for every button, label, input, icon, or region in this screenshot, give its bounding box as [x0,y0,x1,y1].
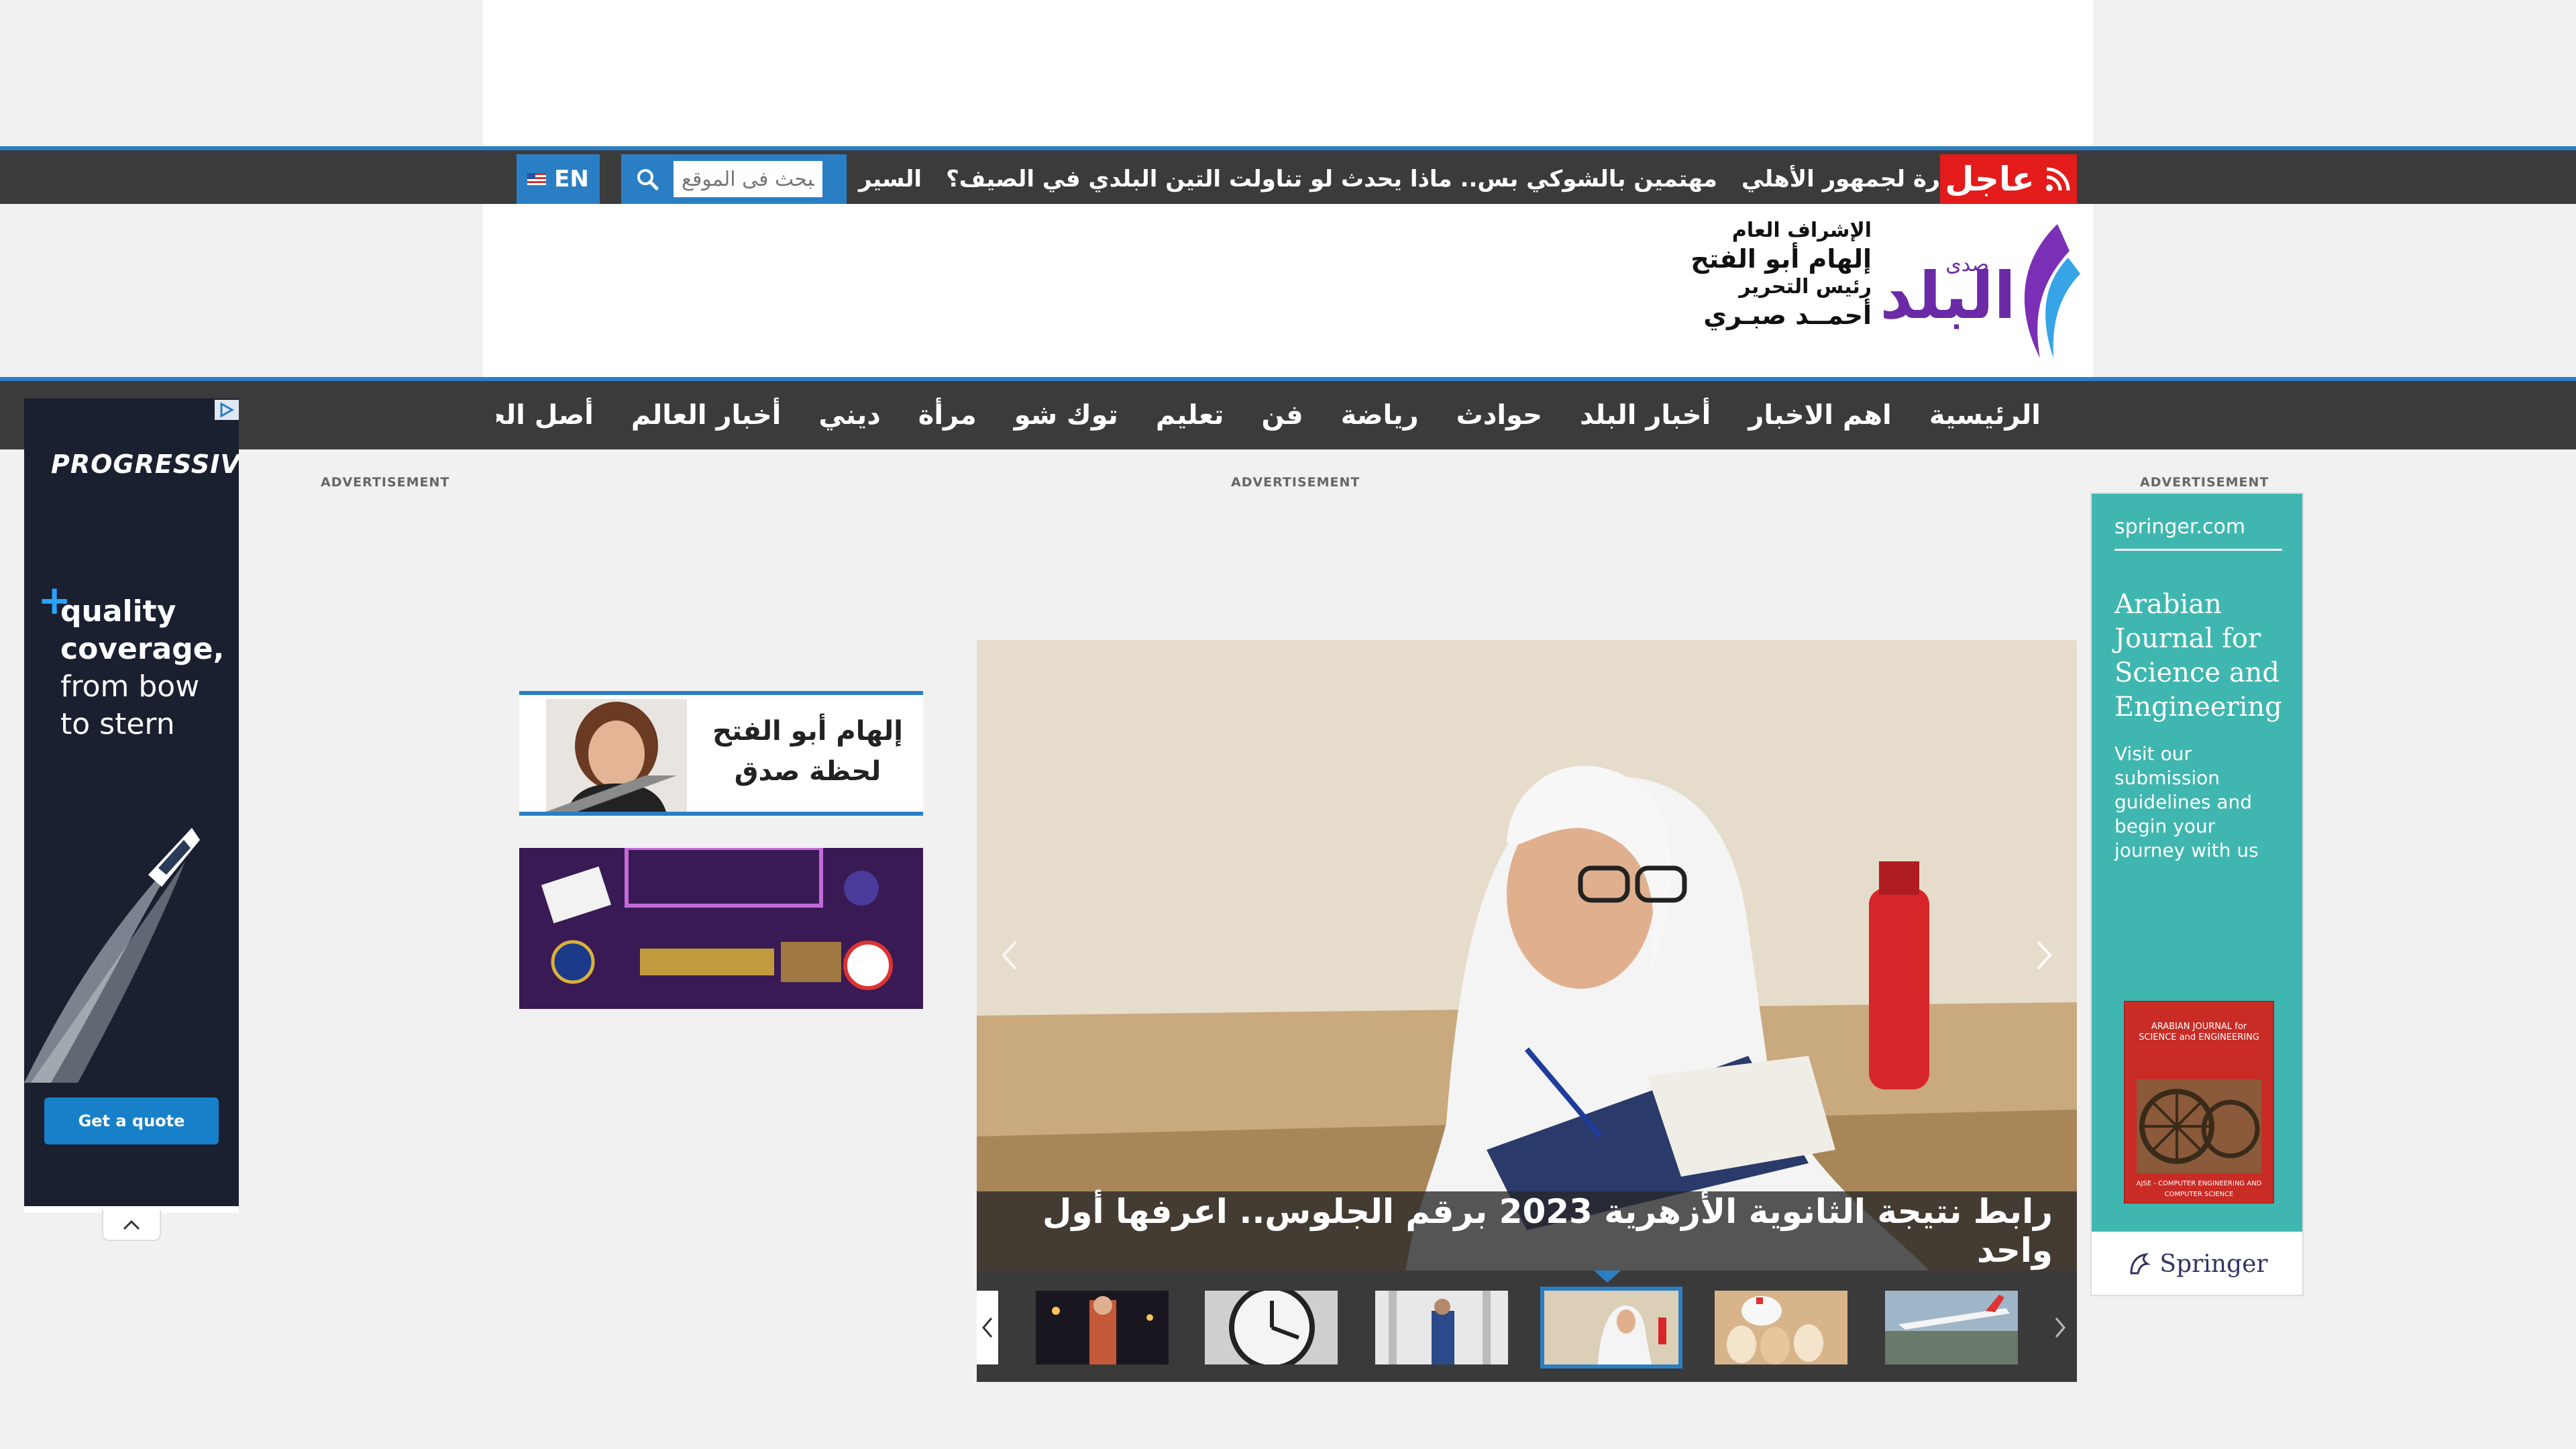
chevron-left-icon [982,1318,993,1338]
nav-item-home[interactable]: الرئيسية [1911,400,2059,431]
top-bar: EN شاهد بالأرقام.. حسام حسن يوجه رسالة م… [0,146,2576,204]
language-switch[interactable]: EN [517,154,600,204]
nav-item-origin-story[interactable]: أصل الحكاية [496,400,612,431]
publisher-name: Springer [2159,1250,2268,1278]
journal-cover: ARABIAN JOURNAL for SCIENCE and ENGINEER… [2124,1001,2274,1203]
boat-illustration [24,828,200,1083]
supervision-label: الإشراف العام [1731,219,1872,242]
slider-thumb[interactable] [1375,1291,1508,1364]
ad-copy-line: from bow [60,669,200,704]
language-label: EN [554,166,589,193]
nav-item-education[interactable]: تعليم [1137,400,1243,431]
slide-image[interactable] [977,640,2077,1271]
ad-brand: PROGRESSIVE [51,449,239,479]
ticker-item[interactable]: مهتمين بالشوكي بس.. ماذا يحدث لو تناولت … [934,166,1729,193]
ad-title: Arabian Journal for Science and Engineer… [2114,589,2282,722]
thumb-image [1715,1291,1847,1364]
slider-next-arrow[interactable] [2030,935,2057,975]
search-button[interactable] [627,161,668,197]
editor-label: رئيس التحرير [1739,275,1872,299]
ad-label-right: ADVERTISEMENT [2140,475,2269,490]
slider-thumb[interactable] [1205,1291,1338,1364]
slide-caption[interactable]: رابط نتيجة الثانوية الأزهرية 2023 برقم ا… [977,1191,2077,1271]
chevron-right-icon [2055,1318,2065,1338]
search-input[interactable] [674,161,822,197]
search-box [621,154,847,204]
editor-name: أحمــد صبـري [1703,301,1872,330]
logo-small-text: صدى [1945,253,1989,276]
ad-label-center: ADVERTISEMENT [1231,475,1360,490]
column-banner[interactable]: إلهام أبو الفتح لحظة صدق [519,691,923,816]
nav-item-top-news[interactable]: اهم الاخبار [1729,400,1910,431]
slider-thumb[interactable] [1036,1291,1169,1364]
breaking-label: عاجل [1945,160,2035,199]
ministry-banner[interactable] [519,848,923,1009]
nav-item-art[interactable]: فن [1242,400,1322,431]
ad-divider [2114,549,2282,551]
ad-copy: quality coverage, from bow to stern [60,593,224,743]
search-icon [637,169,659,191]
slider-thumb[interactable] [1885,1291,2018,1364]
slide-photo [977,640,2077,1271]
column-author: إلهام أبو الفتح [712,716,903,747]
adchoices-icon[interactable] [215,400,239,420]
ticker-item[interactable]: شاهد بالأرقام.. حسام حسن يوجه رسالة مؤثر… [1729,166,1939,193]
site-header: البلد صدى الإشراف العام إلهام أبو الفتح … [483,204,2093,377]
nav-item-talk-show[interactable]: توك شو [996,400,1137,431]
nav-item-country-news[interactable]: أخبار البلد [1561,400,1729,431]
column-title: لحظة صدق [734,756,881,787]
breaking-news-badge: عاجل [1940,154,2077,204]
ad-description: Visit our submission guidelines and begi… [2114,743,2259,861]
springer-horse-icon [2130,1252,2151,1275]
ministry-banner-art [519,848,923,1009]
ad-copy-line: to stern [60,707,175,741]
banner-stripe [519,775,720,812]
slider-thumbnails [977,1271,2077,1382]
ad-copy-line: coverage, [60,632,225,666]
thumb-image [1036,1291,1169,1364]
editorial-credits: الإشراف العام إلهام أبو الفتح رئيس التحر… [1630,217,1872,330]
site-logo[interactable]: البلد صدى [1882,217,2083,366]
us-flag-icon [527,173,547,185]
right-skyscraper-ad[interactable]: springer.com Arabian Journal for Science… [2090,492,2304,1296]
ticker-item[interactable]: السير [847,166,934,193]
thumbs-next-button[interactable] [2049,1291,2072,1364]
nav-item-woman[interactable]: مرأة [900,400,996,431]
collapse-ad-button[interactable] [102,1210,161,1241]
supervisor-name: إلهام أبو الفتح [1690,244,1872,274]
thumbs-prev-button[interactable] [977,1291,998,1364]
slider-thumb[interactable] [1715,1291,1847,1364]
ad-publisher: Springer [2092,1232,2302,1295]
waterwheel-image [2137,1079,2261,1173]
slider-thumb-active[interactable] [1540,1287,1682,1368]
left-skyscraper-ad[interactable]: PROGRESSIVE + quality coverage, from bow… [24,398,239,1206]
top-ad-slot [483,0,2093,146]
journal-cover-subtitle: AJSE - COMPUTER ENGINEERING AND COMPUTER… [2136,1180,2262,1198]
nav-item-accidents[interactable]: حوادث [1438,400,1561,431]
main-nav: الرئيسية اهم الاخبار أخبار البلد حوادث ر… [0,377,2576,449]
featured-slider: رابط نتيجة الثانوية الأزهرية 2023 برقم ا… [977,640,2077,1382]
thumb-image [1375,1291,1508,1364]
nav-item-world-news[interactable]: أخبار العالم [612,400,800,431]
rss-icon [2045,167,2070,191]
thumb-image [1205,1291,1338,1364]
ad-copy-line: quality [60,594,176,629]
nav-item-sports[interactable]: رياضة [1322,400,1438,431]
ad-label-left: ADVERTISEMENT [321,475,450,490]
slider-prev-arrow[interactable] [997,935,1024,975]
journal-cover-title: ARABIAN JOURNAL for SCIENCE and ENGINEER… [2139,1022,2259,1042]
thumb-image [1544,1291,1678,1364]
main-nav-items: الرئيسية اهم الاخبار أخبار البلد حوادث ر… [496,381,2059,449]
thumb-image [1885,1291,2018,1364]
news-ticker: شاهد بالأرقام.. حسام حسن يوجه رسالة مؤثر… [847,154,1939,204]
ad-domain: springer.com [2114,515,2246,539]
column-banner-text: إلهام أبو الفتح لحظة صدق [707,711,908,792]
get-quote-button[interactable]: Get a quote [44,1097,219,1144]
chevron-up-icon [123,1220,140,1230]
nav-item-religion[interactable]: ديني [800,400,899,431]
